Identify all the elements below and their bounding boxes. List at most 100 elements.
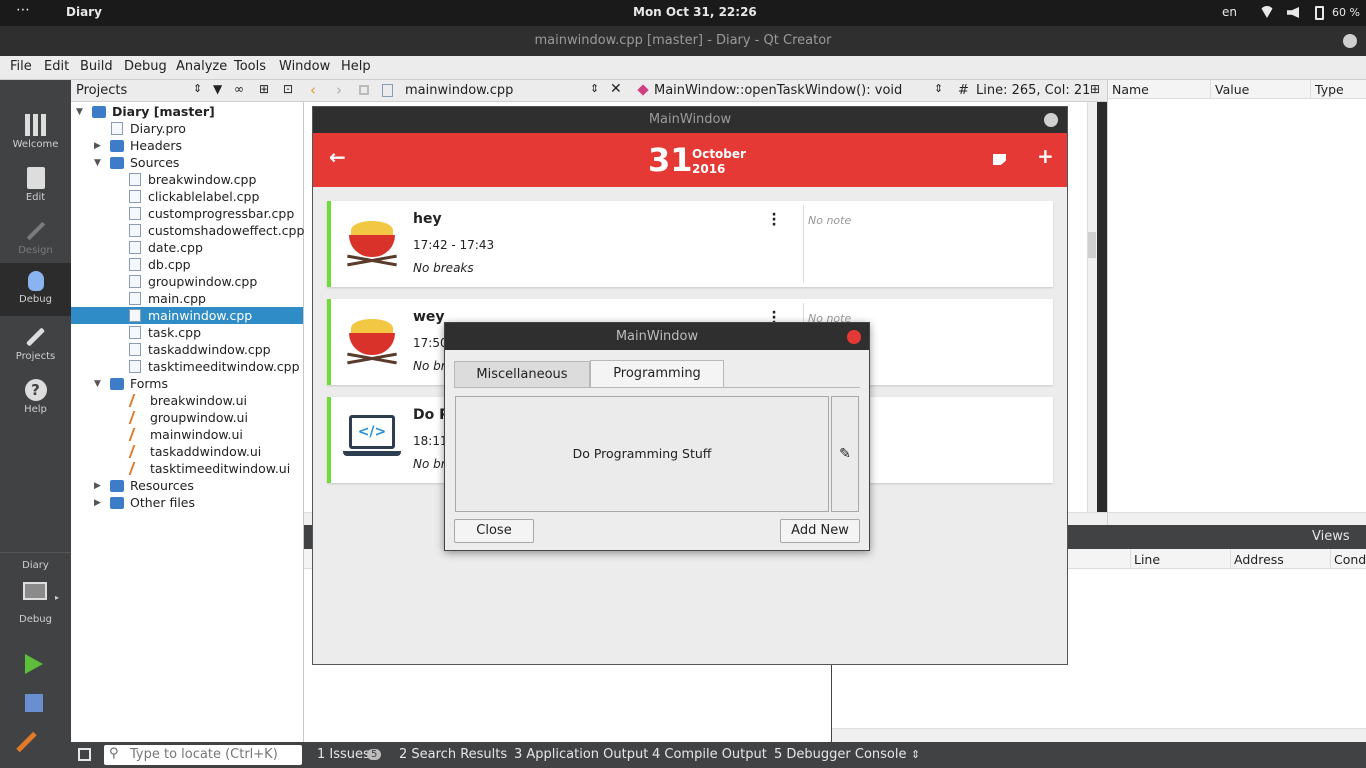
menu-edit[interactable]: Edit: [44, 59, 69, 74]
column-condition[interactable]: Condi: [1330, 549, 1366, 569]
tree-forms[interactable]: Forms: [110, 375, 168, 392]
tree-source-file[interactable]: clickablelabel.cpp: [129, 188, 259, 205]
group-item-button[interactable]: Do Programming Stuff: [455, 396, 829, 512]
open-document-select[interactable]: mainwindow.cpp: [405, 83, 513, 98]
tree-source-file[interactable]: tasktimeeditwindow.cpp: [129, 358, 300, 375]
menu-analyze[interactable]: Analyze: [176, 59, 227, 74]
tree-sources[interactable]: Sources: [110, 154, 179, 171]
expand-arrow-icon[interactable]: ▼: [94, 158, 101, 168]
activities-button[interactable]: ⋯: [16, 2, 30, 18]
breakpoints-horizontal-scrollbar[interactable]: [832, 728, 1366, 742]
tree-resources[interactable]: Resources: [110, 477, 194, 494]
collapse-arrow-icon[interactable]: ▶: [94, 498, 101, 508]
tree-source-file[interactable]: customprogressbar.cpp: [129, 205, 294, 222]
issues-tab[interactable]: 1 Issues: [317, 747, 370, 762]
locals-horizontal-scrollbar[interactable]: [1108, 512, 1366, 525]
task-menu-icon[interactable]: ···: [771, 208, 777, 232]
menu-tools[interactable]: Tools: [234, 59, 266, 74]
projects-view-select[interactable]: Projects: [76, 83, 127, 98]
back-arrow-icon[interactable]: ←: [329, 145, 346, 169]
debugger-console-tab[interactable]: 5 Debugger Console: [774, 747, 907, 762]
expand-arrow-icon[interactable]: ▼: [76, 107, 83, 117]
select-arrow-icon[interactable]: ⇕: [193, 82, 202, 95]
tree-form-file[interactable]: groupwindow.ui: [128, 409, 248, 426]
collapse-arrow-icon[interactable]: ▶: [94, 481, 101, 491]
close-document-icon[interactable]: ✕: [610, 81, 622, 97]
views-button[interactable]: Views: [1312, 529, 1350, 544]
battery-icon[interactable]: [1315, 6, 1324, 20]
tree-form-file[interactable]: mainwindow.ui: [128, 426, 243, 443]
tree-source-file[interactable]: main.cpp: [129, 290, 206, 307]
application-output-tab[interactable]: 3 Application Output: [514, 747, 648, 762]
tree-source-file-selected[interactable]: mainwindow.cpp: [129, 307, 252, 324]
dialog-close-icon[interactable]: [847, 330, 861, 344]
tree-other-files[interactable]: Other files: [110, 494, 195, 511]
close-button[interactable]: Close: [454, 519, 534, 543]
expand-arrow-icon[interactable]: ▼: [94, 379, 101, 389]
note-icon[interactable]: [993, 154, 1006, 165]
column-line[interactable]: Line: [1130, 549, 1163, 569]
tree-form-file[interactable]: taskaddwindow.ui: [128, 443, 261, 460]
column-address[interactable]: Address: [1230, 549, 1287, 569]
tree-form-file[interactable]: tasktimeeditwindow.ui: [128, 460, 290, 477]
mode-projects[interactable]: Projects: [0, 318, 71, 371]
tree-source-file[interactable]: customshadoweffect.cpp: [129, 222, 304, 239]
tree-headers[interactable]: Headers: [110, 137, 182, 154]
edit-pencil-icon[interactable]: ✎: [831, 396, 859, 512]
tab-programming[interactable]: Programming: [590, 360, 724, 388]
menu-help[interactable]: Help: [341, 59, 371, 74]
add-task-icon[interactable]: +: [1037, 144, 1054, 168]
tree-source-file[interactable]: db.cpp: [129, 256, 191, 273]
tree-pro-file[interactable]: Diary.pro: [111, 120, 186, 137]
symbol-select[interactable]: MainWindow::openTaskWindow(): void: [654, 83, 902, 98]
mode-welcome[interactable]: Welcome: [0, 106, 71, 159]
split-icon[interactable]: ⊞: [1090, 82, 1100, 96]
column-name[interactable]: Name: [1112, 82, 1149, 97]
tree-source-file[interactable]: taskaddwindow.cpp: [129, 341, 271, 358]
search-results-tab[interactable]: 2 Search Results: [399, 747, 507, 762]
volume-icon[interactable]: [1287, 7, 1299, 18]
window-close-icon[interactable]: [1343, 34, 1357, 48]
collapse-arrow-icon[interactable]: ▶: [94, 141, 101, 151]
tab-miscellaneous[interactable]: Miscellaneous: [454, 361, 590, 387]
tree-form-file[interactable]: breakwindow.ui: [128, 392, 247, 409]
add-new-button[interactable]: Add New: [780, 519, 860, 543]
back-icon[interactable]: ‹: [310, 81, 316, 99]
tree-source-file[interactable]: date.cpp: [129, 239, 203, 256]
monitor-icon[interactable]: [23, 582, 47, 600]
compile-output-tab[interactable]: 4 Compile Output: [652, 747, 767, 762]
menu-debug[interactable]: Debug: [124, 59, 167, 74]
column-value[interactable]: Value: [1210, 80, 1253, 99]
menu-build[interactable]: Build: [80, 59, 113, 74]
tree-source-file[interactable]: breakwindow.cpp: [129, 171, 256, 188]
app-close-icon[interactable]: [1044, 113, 1058, 127]
clock[interactable]: Mon Oct 31, 22:26: [633, 5, 757, 19]
task-note[interactable]: No note: [803, 205, 1053, 283]
link-icon[interactable]: ∞: [234, 82, 244, 96]
column-type[interactable]: Type: [1310, 80, 1348, 99]
sidebar-toggle-icon[interactable]: [78, 748, 91, 761]
tree-source-file[interactable]: groupwindow.cpp: [129, 273, 257, 290]
cursor-position[interactable]: Line: 265, Col: 21: [976, 83, 1090, 98]
build-hammer-icon[interactable]: [16, 731, 37, 753]
mode-edit[interactable]: Edit: [0, 159, 71, 212]
filter-icon[interactable]: ▼: [213, 82, 222, 96]
select-arrow-icon[interactable]: ⇕: [590, 82, 599, 95]
more-panes-icon[interactable]: ⇕: [911, 748, 920, 761]
tree-project-root[interactable]: Diary [master]: [92, 103, 215, 120]
run-icon[interactable]: [25, 654, 43, 674]
close-pane-icon[interactable]: ⊡: [283, 82, 293, 96]
app-menu[interactable]: Diary: [66, 5, 102, 19]
kit-expand-icon[interactable]: ▸: [55, 593, 59, 602]
language-indicator[interactable]: en: [1222, 5, 1237, 19]
scrollbar-thumb[interactable]: [1088, 232, 1096, 258]
forward-icon[interactable]: ›: [336, 81, 342, 99]
menu-file[interactable]: File: [10, 59, 32, 74]
select-arrow-icon[interactable]: ⇕: [934, 82, 943, 95]
menu-window[interactable]: Window: [279, 59, 330, 74]
wifi-icon[interactable]: [1260, 6, 1274, 18]
tree-source-file[interactable]: task.cpp: [129, 324, 201, 341]
split-icon[interactable]: ⊞: [259, 82, 269, 96]
mode-help[interactable]: ? Help: [0, 371, 71, 424]
mode-debug[interactable]: Debug: [0, 263, 71, 316]
